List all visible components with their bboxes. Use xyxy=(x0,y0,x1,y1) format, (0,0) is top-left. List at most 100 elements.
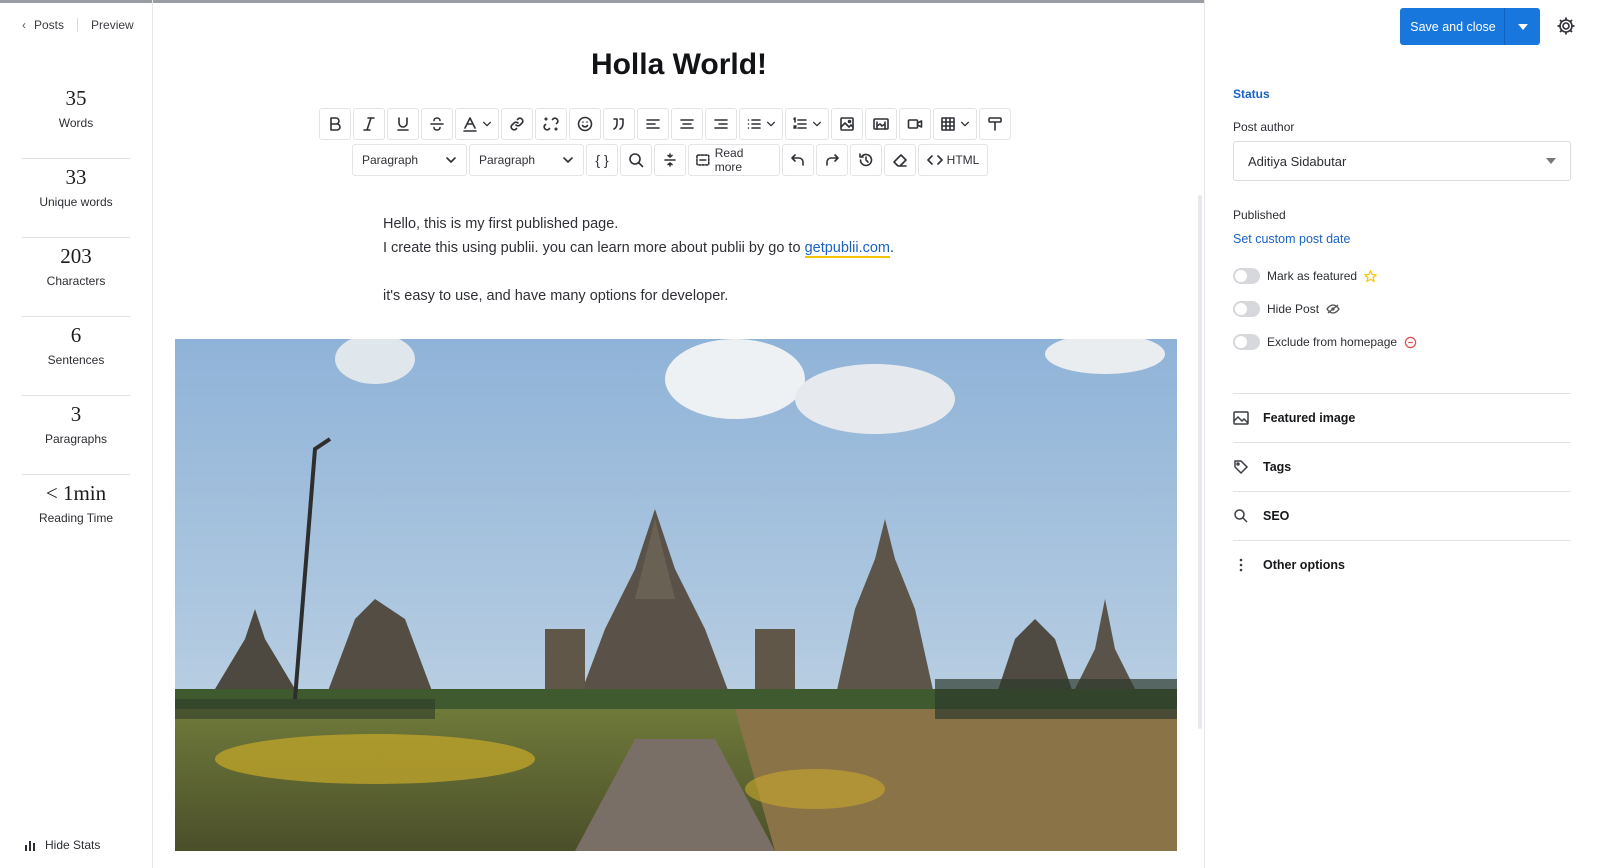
separator-button[interactable] xyxy=(654,144,686,176)
minus-circle-icon xyxy=(1404,336,1417,348)
exclude-homepage-toggle[interactable] xyxy=(1233,334,1260,350)
history-icon xyxy=(859,153,873,167)
bullet-list-icon xyxy=(747,119,761,129)
stat-value: 203 xyxy=(60,244,92,268)
text-color-icon xyxy=(463,117,477,132)
block-format-select[interactable]: Paragraph xyxy=(352,144,467,176)
caret-down-icon xyxy=(1546,158,1556,164)
align-right-button[interactable] xyxy=(705,108,737,140)
hide-stats-button[interactable]: Hide Stats xyxy=(24,838,100,852)
redo-icon xyxy=(826,154,839,166)
insert-image-button[interactable] xyxy=(831,108,863,140)
insert-video-button[interactable] xyxy=(899,108,931,140)
align-center-icon xyxy=(680,119,694,129)
stat-label: Unique words xyxy=(39,195,113,209)
bullet-list-button[interactable] xyxy=(739,108,783,140)
mark-featured-label: Mark as featured xyxy=(1267,269,1358,283)
align-left-icon xyxy=(646,119,660,129)
redo-button[interactable] xyxy=(816,144,848,176)
stat-label: Characters xyxy=(46,274,106,288)
body-line-2-suffix: . xyxy=(890,240,895,256)
post-author-select[interactable]: Aditiya Sidabutar xyxy=(1233,141,1571,181)
stat-sentences: 6 Sentences xyxy=(22,317,130,396)
stat-label: Reading Time xyxy=(38,511,114,525)
search-replace-button[interactable] xyxy=(620,144,652,176)
featured-photo[interactable] xyxy=(175,339,1177,851)
clear-formatting-button[interactable] xyxy=(884,144,916,176)
set-custom-date-link[interactable]: Set custom post date xyxy=(1233,232,1350,246)
nav-separator xyxy=(77,18,79,32)
seo-section[interactable]: SEO xyxy=(1233,491,1571,540)
caret-down-icon xyxy=(1517,23,1528,30)
editor-scrollbar[interactable] xyxy=(1198,195,1202,729)
save-and-close-button[interactable]: Save and close xyxy=(1400,8,1540,45)
body-line-1: Hello, this is my first published page. xyxy=(383,216,619,232)
unlink-button[interactable] xyxy=(535,108,567,140)
tags-label: Tags xyxy=(1263,460,1292,474)
mark-featured-toggle[interactable] xyxy=(1233,268,1260,284)
stats-nav: ‹ Posts Preview xyxy=(22,18,134,32)
image-icon xyxy=(1233,410,1249,426)
gear-icon[interactable] xyxy=(1556,16,1576,36)
exclude-homepage-label: Exclude from homepage xyxy=(1267,335,1398,349)
align-left-button[interactable] xyxy=(637,108,669,140)
search-icon xyxy=(629,153,644,168)
post-settings-sidebar: Save and close Status Post author Aditiy… xyxy=(1204,0,1600,868)
tag-icon xyxy=(1233,459,1249,475)
tags-section[interactable]: Tags xyxy=(1233,442,1571,491)
text-color-button[interactable] xyxy=(455,108,499,140)
divider-icon xyxy=(664,153,676,167)
eye-off-icon xyxy=(1326,304,1340,314)
other-options-section[interactable]: Other options xyxy=(1233,540,1571,589)
insert-table-button[interactable] xyxy=(933,108,977,140)
stat-value: 35 xyxy=(65,86,87,110)
html-source-button[interactable]: HTML xyxy=(918,144,988,176)
insert-gallery-button[interactable] xyxy=(865,108,897,140)
italic-button[interactable] xyxy=(353,108,385,140)
paragraph-style-value: Paragraph xyxy=(479,153,536,167)
temple-photo xyxy=(175,339,1177,851)
posts-link[interactable]: Posts xyxy=(34,18,64,32)
emoji-button[interactable] xyxy=(569,108,601,140)
featured-image-section[interactable]: Featured image xyxy=(1233,393,1571,442)
link-button[interactable] xyxy=(501,108,533,140)
hide-post-row: Hide Post xyxy=(1233,301,1340,317)
chevron-down-icon xyxy=(813,121,821,127)
post-body[interactable]: Hello, this is my first published page. … xyxy=(383,212,894,308)
stat-value: 6 xyxy=(70,323,82,347)
undo-button[interactable] xyxy=(782,144,814,176)
undo-icon xyxy=(791,154,804,166)
chevron-left-icon: ‹ xyxy=(22,18,26,32)
paint-roller-icon xyxy=(988,117,1002,131)
numbered-list-button[interactable] xyxy=(785,108,829,140)
strikethrough-button[interactable] xyxy=(421,108,453,140)
history-button[interactable] xyxy=(850,144,882,176)
save-label: Save and close xyxy=(1410,19,1496,34)
post-title[interactable]: Holla World! xyxy=(154,48,1204,82)
align-center-button[interactable] xyxy=(671,108,703,140)
preview-link[interactable]: Preview xyxy=(91,18,134,32)
bold-icon xyxy=(330,117,341,131)
code-button[interactable]: { } xyxy=(586,144,618,176)
code-brackets-icon xyxy=(926,155,943,165)
html-label: HTML xyxy=(946,153,980,167)
stat-paragraphs: 3 Paragraphs xyxy=(22,396,130,475)
stat-label: Paragraphs xyxy=(44,432,108,446)
exclude-homepage-row: Exclude from homepage xyxy=(1233,334,1417,350)
post-author-label: Post author xyxy=(1233,120,1295,134)
chevron-down-icon xyxy=(767,121,775,127)
star-icon xyxy=(1364,269,1378,283)
align-right-icon xyxy=(714,119,728,129)
read-more-button[interactable]: Read more xyxy=(688,144,780,176)
table-icon xyxy=(941,117,955,131)
kebab-menu-icon xyxy=(1233,557,1249,573)
paragraph-style-select[interactable]: Paragraph xyxy=(469,144,584,176)
blockquote-button[interactable] xyxy=(603,108,635,140)
hide-post-toggle[interactable] xyxy=(1233,301,1260,317)
getpublii-link[interactable]: getpublii.com xyxy=(804,240,890,258)
format-painter-button[interactable] xyxy=(979,108,1011,140)
bold-button[interactable] xyxy=(319,108,351,140)
stat-value: < 1min xyxy=(45,481,107,505)
save-options-dropdown[interactable] xyxy=(1504,8,1540,45)
underline-button[interactable] xyxy=(387,108,419,140)
